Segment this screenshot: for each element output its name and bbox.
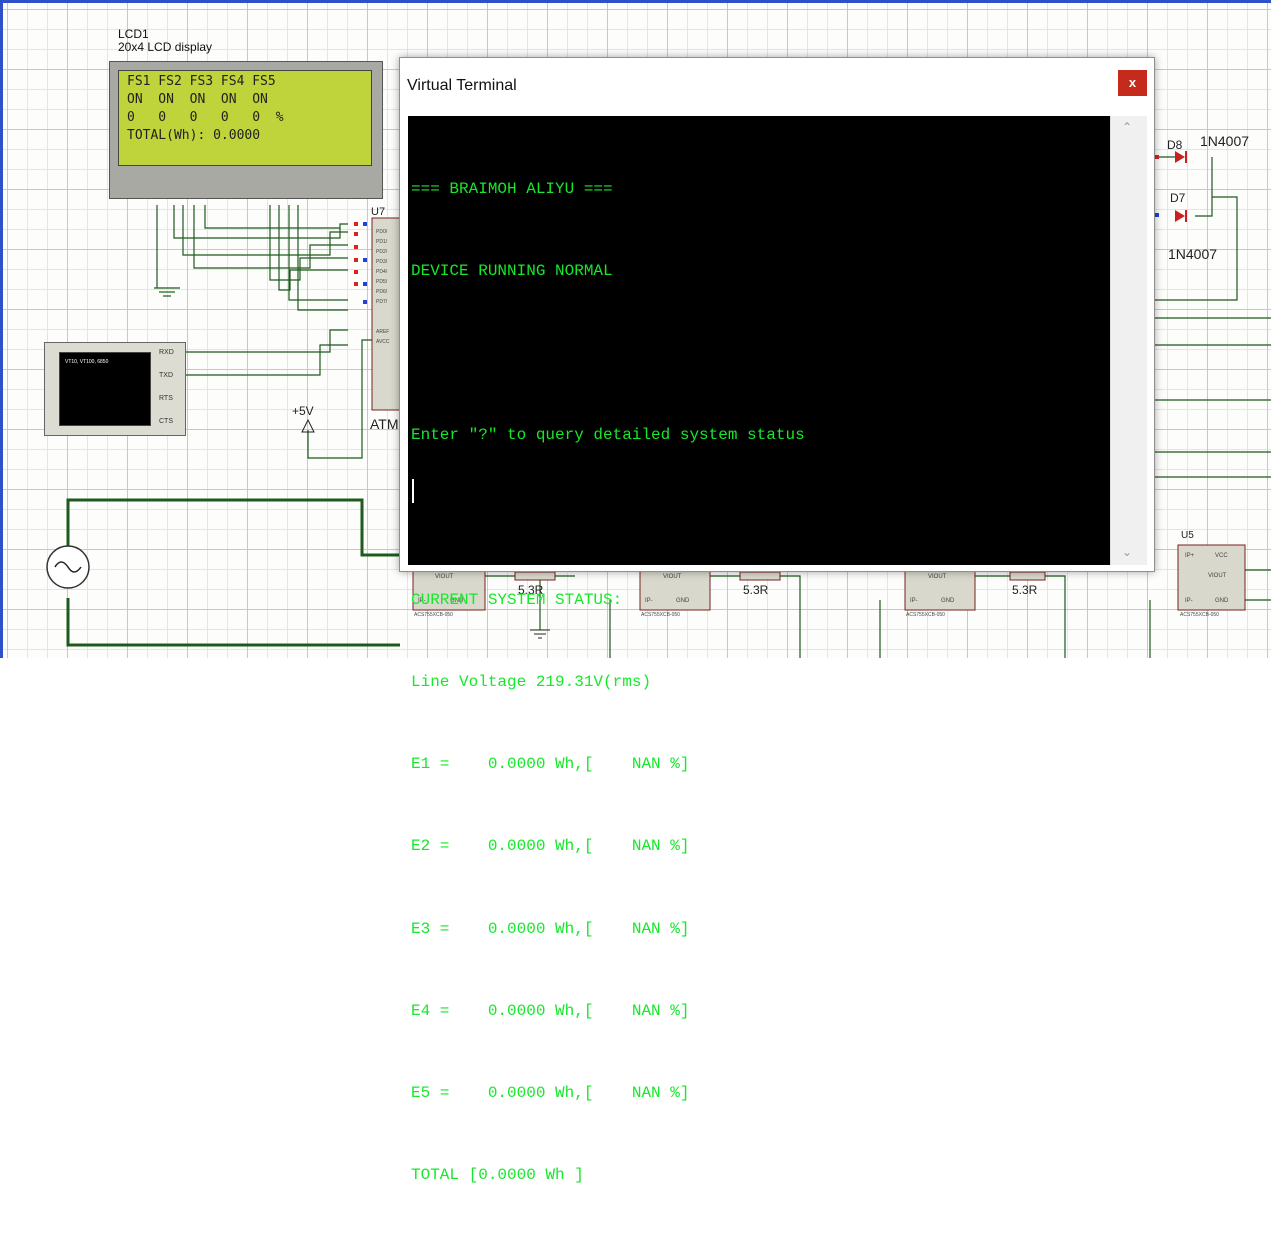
virtual-terminal-symbol[interactable]: VT10, VT100, 6850 RXD TXD RTS CTS	[44, 342, 186, 436]
vt-symbol-screen: VT10, VT100, 6850	[59, 352, 151, 426]
lcd-line-2: ON ON ON ON ON	[127, 92, 268, 107]
diode-d7-part: 1N4007	[1168, 246, 1218, 262]
terminal-line: E3 = 0.0000 Wh,[ NAN %]	[411, 919, 690, 938]
vt-symbol-text: VT10, VT100, 6850	[65, 359, 109, 365]
sensor-pin-viout-4: VIOUT	[1208, 573, 1227, 579]
vt-pin-cts: CTS	[159, 418, 173, 425]
lcd-line-4: TOTAL(Wh): 0.0000	[127, 128, 261, 143]
svg-text:PD2/: PD2/	[376, 249, 388, 255]
terminal-line: TOTAL [0.0000 Wh ]	[411, 1166, 584, 1185]
terminal-line: E2 = 0.0000 Wh,[ NAN %]	[411, 837, 690, 856]
u5-ref: U5	[1181, 530, 1194, 541]
vertical-scrollbar[interactable]: ⌃ ⌄	[1110, 116, 1147, 565]
terminal-line: Enter "?" to query detailed system statu…	[411, 426, 805, 445]
vt-pin-txd: TXD	[159, 372, 173, 379]
svg-text:AVCC: AVCC	[376, 339, 390, 345]
close-button[interactable]: x	[1118, 70, 1147, 96]
terminal-line: DEVICE RUNNING NORMAL	[411, 262, 613, 281]
lcd-type: 20x4 LCD display	[118, 40, 213, 54]
terminal-line: Line Voltage 219.31V(rms)	[411, 673, 652, 692]
terminal-line: CURRENT SYSTEM STATUS:	[411, 590, 623, 609]
lcd-line-3: 0 0 0 0 0 %	[127, 110, 284, 125]
vcc-label: +5V	[292, 404, 314, 418]
terminal-output[interactable]: === BRAIMOH ALIYU === DEVICE RUNNING NOR…	[408, 116, 1146, 1184]
svg-text:PD1/: PD1/	[376, 239, 388, 245]
terminal-line: === BRAIMOH ALIYU ===	[411, 179, 613, 198]
terminal-line: E4 = 0.0000 Wh,[ NAN %]	[411, 1001, 690, 1020]
diode-d8-ref: D8	[1167, 138, 1183, 152]
sensor-chip-label-4: ACS755XCB-050	[1180, 612, 1219, 618]
lcd-line-1: FS1 FS2 FS3 FS4 FS5	[127, 74, 276, 89]
svg-text:PD4/: PD4/	[376, 269, 388, 275]
lcd-title: LCD1 20x4 LCD display	[118, 28, 212, 54]
terminal-line: E5 = 0.0000 Wh,[ NAN %]	[411, 1084, 690, 1103]
svg-text:PD0/: PD0/	[376, 229, 388, 235]
vt-pin-rxd: RXD	[159, 349, 174, 356]
u7-name: ATM	[370, 416, 399, 432]
window-title: Virtual Terminal	[407, 77, 517, 94]
sensor-pin-gnd-4: GND	[1215, 598, 1229, 604]
svg-text:PD3/: PD3/	[376, 259, 388, 265]
window-titlebar[interactable]: Virtual Terminal x	[400, 58, 1154, 116]
svg-text:PD7/: PD7/	[376, 299, 388, 305]
diode-d7-ref: D7	[1170, 191, 1186, 205]
text-cursor	[412, 479, 414, 503]
diode-d8-part: 1N4007	[1200, 133, 1250, 149]
virtual-terminal-window[interactable]: Virtual Terminal x === BRAIMOH ALIYU ===…	[399, 57, 1155, 1184]
scroll-down-icon[interactable]: ⌄	[1122, 545, 1132, 559]
sensor-pin-ip-minus-4: IP-	[1185, 598, 1193, 604]
sensor-pin-vcc-4: VCC	[1215, 553, 1228, 559]
u7-ref: U7	[371, 206, 386, 218]
vt-pin-rts: RTS	[159, 395, 173, 402]
terminal-text: === BRAIMOH ALIYU === DEVICE RUNNING NOR…	[411, 121, 1111, 1244]
svg-text:PD5/: PD5/	[376, 279, 388, 285]
svg-text:PD6/: PD6/	[376, 289, 388, 295]
lcd-screen: FS1 FS2 FS3 FS4 FS5 ON ON ON ON ON 0 0 0…	[118, 70, 372, 166]
scroll-up-icon[interactable]: ⌃	[1122, 120, 1132, 134]
svg-text:AREF: AREF	[376, 329, 389, 335]
sensor-pin-ip-plus-4: IP+	[1185, 553, 1195, 559]
terminal-line: E1 = 0.0000 Wh,[ NAN %]	[411, 755, 690, 774]
